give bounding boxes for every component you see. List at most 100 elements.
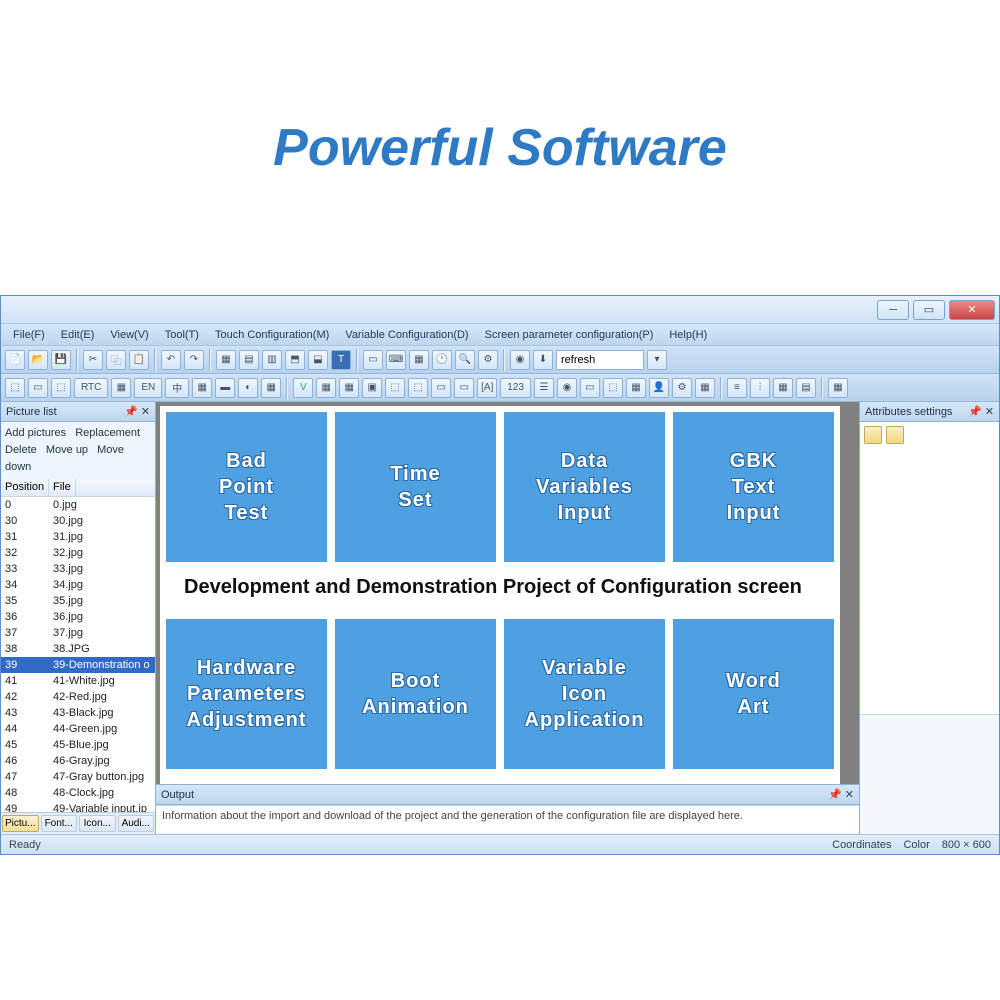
- tool-icon[interactable]: ▭: [28, 378, 48, 398]
- table-row[interactable]: 3939-Demonstration o: [1, 657, 155, 673]
- attr-sort-icon[interactable]: [864, 426, 882, 444]
- menu-item[interactable]: Tool(T): [157, 329, 207, 341]
- canvas-tile[interactable]: HardwareParametersAdjustment: [166, 619, 327, 769]
- tool-icon[interactable]: ▭: [363, 350, 383, 370]
- tool-icon[interactable]: ▭: [454, 378, 474, 398]
- undo-icon[interactable]: ↶: [161, 350, 181, 370]
- new-icon[interactable]: 📄: [5, 350, 25, 370]
- table-row[interactable]: 4343-Black.jpg: [1, 705, 155, 721]
- tool-icon[interactable]: ⚙: [672, 378, 692, 398]
- canvas-tile[interactable]: TimeSet: [335, 412, 496, 562]
- tool-icon[interactable]: 👤: [649, 378, 669, 398]
- tool-icon[interactable]: ▦: [192, 378, 212, 398]
- redo-icon[interactable]: ↷: [184, 350, 204, 370]
- canvas-tile[interactable]: WordArt: [673, 619, 834, 769]
- canvas-tile[interactable]: DataVariablesInput: [504, 412, 665, 562]
- canvas-tile[interactable]: BootAnimation: [335, 619, 496, 769]
- tool-icon[interactable]: ▦: [695, 378, 715, 398]
- tool-icon[interactable]: ☰: [534, 378, 554, 398]
- minimize-button[interactable]: ─: [877, 300, 909, 320]
- canvas-tile[interactable]: VariableIconApplication: [504, 619, 665, 769]
- table-row[interactable]: 3636.jpg: [1, 609, 155, 625]
- pl-action[interactable]: Replacement: [75, 427, 140, 439]
- table-row[interactable]: 3434.jpg: [1, 577, 155, 593]
- menu-item[interactable]: Edit(E): [53, 329, 103, 341]
- tool-icon[interactable]: ◐: [238, 378, 258, 398]
- bottom-tab[interactable]: Pictu...: [2, 815, 39, 832]
- tool-icon[interactable]: ⚙: [478, 350, 498, 370]
- tool-icon[interactable]: ▦: [828, 378, 848, 398]
- open-icon[interactable]: 📂: [28, 350, 48, 370]
- tool-icon[interactable]: ◉: [510, 350, 530, 370]
- tool-icon[interactable]: ▭: [580, 378, 600, 398]
- tool-icon[interactable]: ⬚: [51, 378, 71, 398]
- table-row[interactable]: 3838.JPG: [1, 641, 155, 657]
- col-file[interactable]: File: [49, 479, 76, 496]
- table-row[interactable]: 3737.jpg: [1, 625, 155, 641]
- tool-icon[interactable]: ⬓: [308, 350, 328, 370]
- bottom-tab[interactable]: Icon...: [79, 815, 116, 832]
- rtc-button[interactable]: RTC: [74, 378, 108, 398]
- tool-icon[interactable]: [A]: [477, 378, 497, 398]
- tool-icon[interactable]: ▥: [262, 350, 282, 370]
- menu-item[interactable]: File(F): [5, 329, 53, 341]
- tool-icon[interactable]: ▭: [431, 378, 451, 398]
- table-row[interactable]: 3333.jpg: [1, 561, 155, 577]
- tool-icon[interactable]: ⬚: [5, 378, 25, 398]
- text-icon[interactable]: T: [331, 350, 351, 370]
- tool-icon[interactable]: ▬: [215, 378, 235, 398]
- panel-pin-icon[interactable]: 📌 ✕: [968, 405, 994, 418]
- download-icon[interactable]: ⬇: [533, 350, 553, 370]
- copy-icon[interactable]: ⿻: [106, 350, 126, 370]
- attr-az-icon[interactable]: [886, 426, 904, 444]
- table-row[interactable]: 3131.jpg: [1, 529, 155, 545]
- tool-icon[interactable]: ⬚: [603, 378, 623, 398]
- tool-icon[interactable]: ▣: [362, 378, 382, 398]
- panel-pin-icon[interactable]: 📌 ✕: [124, 405, 150, 418]
- tool-icon[interactable]: ⌨: [386, 350, 406, 370]
- menu-item[interactable]: View(V): [102, 329, 156, 341]
- bottom-tab[interactable]: Font...: [41, 815, 78, 832]
- en-button[interactable]: EN: [134, 378, 162, 398]
- tool-icon[interactable]: ▦: [626, 378, 646, 398]
- menu-item[interactable]: Screen parameter configuration(P): [477, 329, 662, 341]
- table-row[interactable]: 4141-White.jpg: [1, 673, 155, 689]
- table-row[interactable]: 3535.jpg: [1, 593, 155, 609]
- menu-item[interactable]: Help(H): [661, 329, 715, 341]
- tool-icon[interactable]: ▦: [339, 378, 359, 398]
- cn-button[interactable]: 中: [165, 378, 189, 398]
- pl-action[interactable]: Add pictures: [5, 427, 66, 439]
- table-row[interactable]: 4646-Gray.jpg: [1, 753, 155, 769]
- table-row[interactable]: 3030.jpg: [1, 513, 155, 529]
- table-row[interactable]: 4545-Blue.jpg: [1, 737, 155, 753]
- col-position[interactable]: Position: [1, 479, 49, 496]
- table-row[interactable]: 00.jpg: [1, 497, 155, 513]
- tool-icon[interactable]: ⬚: [385, 378, 405, 398]
- tool-icon[interactable]: 🕐: [432, 350, 452, 370]
- menu-item[interactable]: Touch Configuration(M): [207, 329, 337, 341]
- tool-icon[interactable]: 123: [500, 378, 531, 398]
- paste-icon[interactable]: 📋: [129, 350, 149, 370]
- pl-action[interactable]: Move up: [46, 444, 88, 456]
- table-row[interactable]: 3232.jpg: [1, 545, 155, 561]
- tool-icon[interactable]: 🔍: [455, 350, 475, 370]
- dropdown-icon[interactable]: ▾: [647, 350, 667, 370]
- tool-icon[interactable]: ▤: [239, 350, 259, 370]
- tool-icon[interactable]: ◉: [557, 378, 577, 398]
- canvas-area[interactable]: BadPointTestTimeSetDataVariablesInputGBK…: [156, 402, 859, 834]
- tool-icon[interactable]: ≡: [727, 378, 747, 398]
- menu-item[interactable]: Variable Configuration(D): [337, 329, 476, 341]
- tool-icon[interactable]: ▤: [796, 378, 816, 398]
- close-button[interactable]: ✕: [949, 300, 995, 320]
- pl-action[interactable]: Delete: [5, 444, 37, 456]
- tool-icon[interactable]: ▦: [216, 350, 236, 370]
- tool-icon[interactable]: ▦: [409, 350, 429, 370]
- tool-icon[interactable]: ⫶: [750, 378, 770, 398]
- maximize-button[interactable]: ▭: [913, 300, 945, 320]
- panel-pin-icon[interactable]: 📌 ✕: [828, 788, 854, 801]
- tool-icon[interactable]: V: [293, 378, 313, 398]
- table-row[interactable]: 4444-Green.jpg: [1, 721, 155, 737]
- bottom-tab[interactable]: Audi...: [118, 815, 155, 832]
- tool-icon[interactable]: ▦: [773, 378, 793, 398]
- table-row[interactable]: 4242-Red.jpg: [1, 689, 155, 705]
